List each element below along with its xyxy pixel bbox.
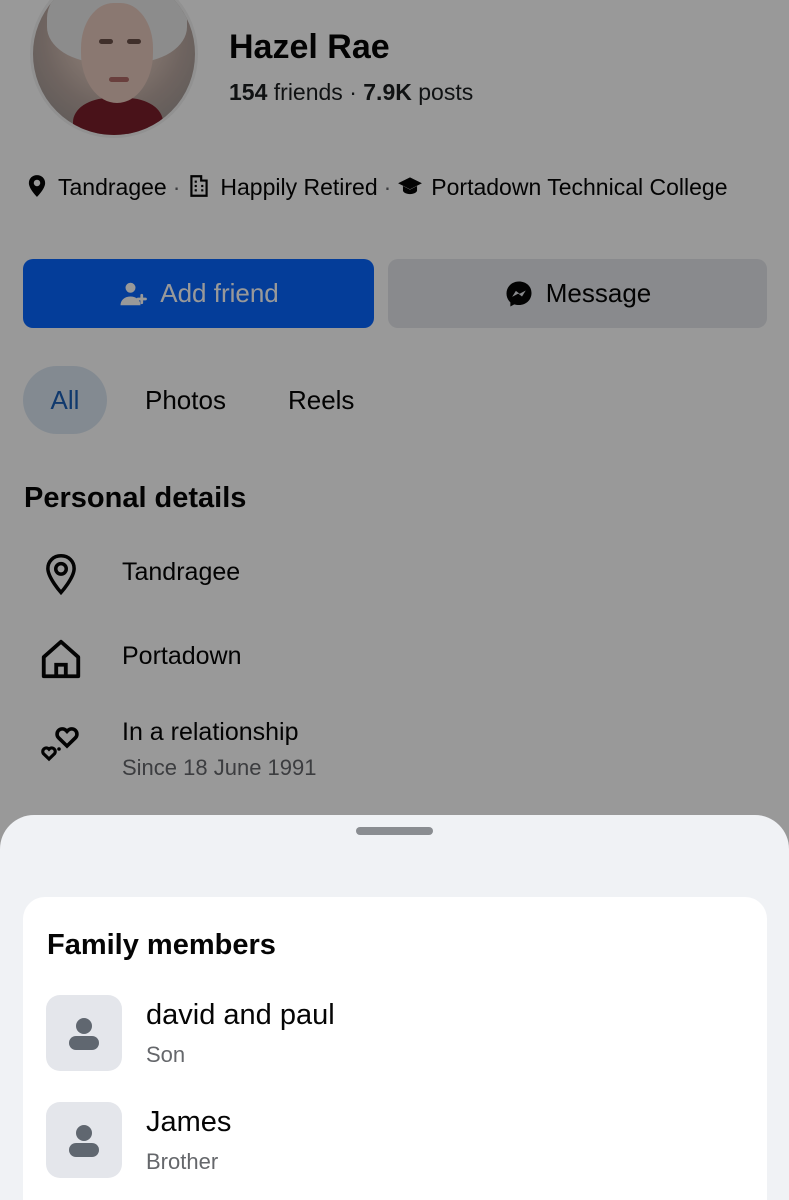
person-placeholder-icon — [46, 1102, 122, 1178]
family-title: Family members — [47, 929, 276, 961]
intro-education: Portadown Technical College — [431, 174, 728, 200]
person-placeholder-icon — [46, 995, 122, 1071]
friends-count[interactable]: 154 — [229, 79, 267, 105]
family-member-name: david and paul — [146, 998, 335, 1031]
detail-relationship-text: In a relationship — [122, 718, 299, 746]
profile-tabs: All Photos Reels — [23, 366, 354, 434]
message-label: Message — [545, 278, 652, 308]
family-card: Family members david and paul Son James … — [23, 897, 767, 1200]
intro-location: Tandragee — [58, 174, 167, 200]
detail-relationship: In a relationship Since 18 June 1991 — [36, 716, 317, 781]
detail-relationship-since: Since 18 June 1991 — [122, 755, 317, 780]
messenger-icon — [506, 281, 532, 306]
intro-summary: Tandragee · Happily Retired · Portadown Tech… — [24, 172, 764, 203]
family-bottom-sheet: Family members david and paul Son James … — [0, 815, 789, 1200]
add-friend-label: Add friend — [160, 278, 279, 308]
intro-work: Happily Retired — [220, 174, 378, 200]
home-icon — [36, 634, 86, 684]
detail-hometown-text: Portadown — [122, 642, 242, 670]
add-person-icon — [120, 282, 148, 305]
location-pin-icon — [28, 175, 46, 197]
family-member-item[interactable]: James Brother — [46, 1102, 231, 1178]
building-icon — [190, 175, 209, 197]
tab-reels[interactable]: Reels — [288, 366, 354, 434]
hearts-icon — [36, 716, 86, 766]
family-member-relation: Brother — [146, 1148, 219, 1174]
intro-separator: · — [172, 174, 181, 200]
location-pin-icon — [36, 550, 86, 600]
profile-name: Hazel Rae — [229, 28, 390, 66]
posts-count: 7.9K — [363, 79, 412, 105]
graduation-cap-icon — [398, 177, 423, 195]
stats-separator: · — [349, 79, 357, 105]
profile-page: Hazel Rae 154 friends · 7.9K posts Tandr… — [0, 0, 789, 1200]
family-member-relation: Son — [146, 1041, 186, 1067]
personal-details-title: Personal details — [24, 482, 247, 514]
detail-hometown: Portadown — [36, 634, 242, 684]
detail-location-text: Tandragee — [122, 558, 241, 586]
sheet-drag-handle[interactable] — [356, 827, 433, 835]
detail-location: Tandragee — [36, 550, 240, 600]
tab-photos[interactable]: Photos — [145, 366, 226, 434]
posts-label: posts — [418, 79, 474, 105]
message-button[interactable]: Message — [388, 259, 767, 328]
profile-stats: 154 friends · 7.9K posts — [229, 79, 473, 106]
add-friend-button[interactable]: Add friend — [23, 259, 374, 328]
tab-all[interactable]: All — [23, 366, 107, 434]
friends-label[interactable]: friends — [274, 79, 343, 105]
profile-avatar[interactable] — [30, 0, 198, 138]
family-member-item[interactable]: david and paul Son — [46, 995, 335, 1071]
intro-separator: · — [383, 174, 392, 200]
family-member-name: James — [146, 1105, 232, 1138]
